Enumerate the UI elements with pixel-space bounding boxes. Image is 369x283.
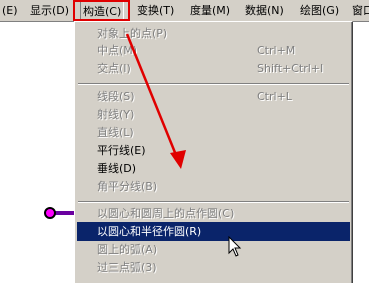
mouse-cursor-icon [228, 236, 242, 257]
annotation-arrow [125, 33, 186, 169]
